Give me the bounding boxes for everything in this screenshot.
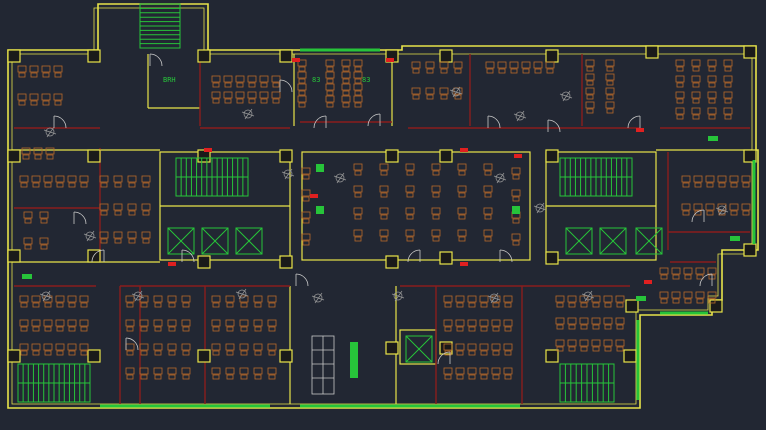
column [439, 149, 453, 163]
red-marker [514, 154, 522, 158]
column [385, 255, 399, 269]
column [385, 341, 399, 355]
column [545, 251, 559, 265]
column [279, 349, 293, 363]
red-marker [204, 148, 212, 152]
column [545, 349, 559, 363]
red-marker [168, 262, 176, 266]
floor-plan: BRH 83 83 [0, 0, 766, 430]
column [439, 49, 453, 63]
column [7, 49, 21, 63]
column [625, 299, 639, 313]
red-marker [460, 148, 468, 152]
room-tag: BRH [163, 76, 176, 84]
column [279, 149, 293, 163]
room-tag: 83 [312, 76, 320, 84]
red-marker [386, 58, 394, 62]
column [385, 149, 399, 163]
column [743, 45, 757, 59]
column [87, 49, 101, 63]
room-tag: 83 [362, 76, 370, 84]
column [279, 49, 293, 63]
column [7, 249, 21, 263]
red-marker [636, 128, 644, 132]
floor-plan-canvas: BRH 83 83 [0, 0, 766, 430]
column [197, 49, 211, 63]
column [7, 349, 21, 363]
column [709, 299, 723, 313]
column [87, 149, 101, 163]
column [197, 255, 211, 269]
column [197, 349, 211, 363]
red-marker [644, 280, 652, 284]
column [7, 149, 21, 163]
column [87, 349, 101, 363]
column [545, 149, 559, 163]
column [645, 45, 659, 59]
column [623, 349, 637, 363]
red-marker [460, 262, 468, 266]
column [439, 251, 453, 265]
red-marker [310, 194, 318, 198]
column [545, 49, 559, 63]
red-marker [292, 58, 300, 62]
column [743, 243, 757, 257]
column [279, 255, 293, 269]
